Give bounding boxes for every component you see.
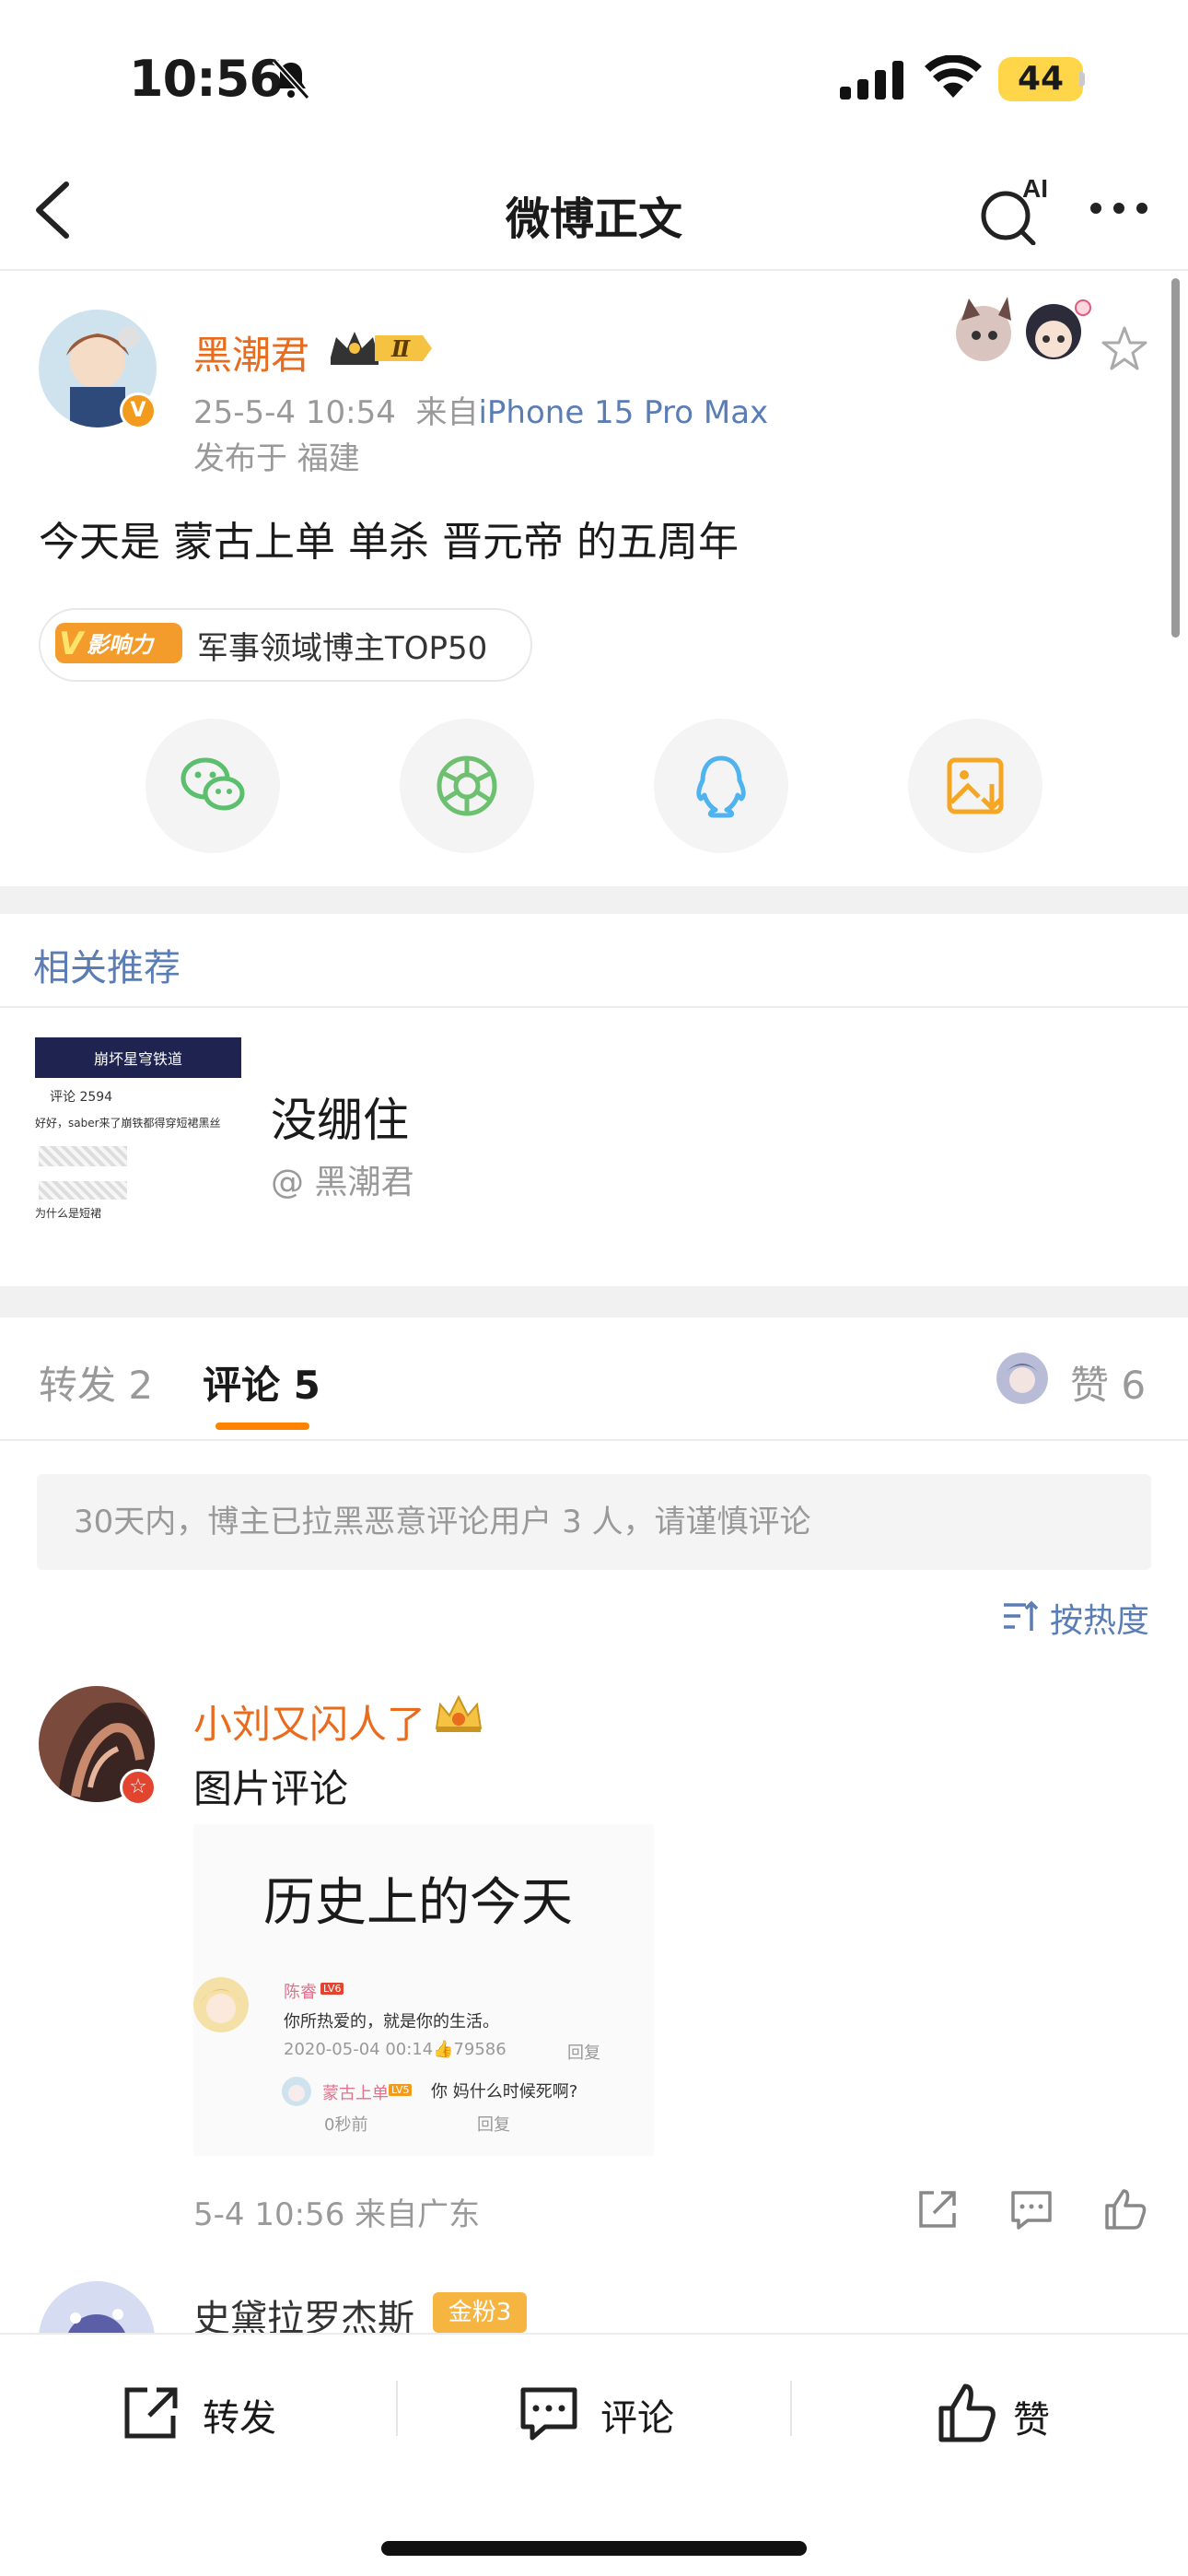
tab-likes[interactable]: 赞 6 xyxy=(1070,1354,1146,1411)
sort-label: 按热度 xyxy=(1050,1602,1150,1640)
post-date: 25-5-4 10:54 xyxy=(193,394,396,431)
like-button[interactable]: 赞 xyxy=(936,2381,1083,2445)
ci-quote: 你所热爱的，就是你的生活。 xyxy=(284,2012,499,2032)
thumb-blur-2 xyxy=(39,1181,127,1200)
status-time: 10:56 xyxy=(129,50,284,108)
decoration-stickers xyxy=(956,297,1091,361)
influence-text[interactable]: 军事领域博主TOP50 xyxy=(197,623,487,668)
battery-tip xyxy=(1079,72,1085,87)
commenter-badge: ☆ xyxy=(120,1769,157,1806)
scrollbar[interactable] xyxy=(1171,278,1180,638)
comment-text: 图片评论 xyxy=(193,1766,349,1811)
star-icon[interactable] xyxy=(1100,324,1149,374)
more-icon[interactable] xyxy=(1087,190,1151,227)
ci-likes: 👍79586 xyxy=(433,2040,507,2059)
repost-button[interactable]: 转发 xyxy=(122,2381,306,2445)
related-item-author[interactable]: @ 黑潮君 xyxy=(271,1155,413,1203)
thumbs-up-icon xyxy=(938,2383,996,2442)
crown-icon xyxy=(435,1694,483,1732)
comment-button[interactable]: 评论 xyxy=(518,2381,702,2445)
blocked-users-notice: 30天内，博主已拉黑恶意评论用户 3 人，请谨慎评论 xyxy=(37,1474,1151,1570)
ci-user2: 蒙古上单 xyxy=(322,2084,389,2103)
crown-rank-badge: Ⅱ xyxy=(331,332,432,365)
svg-text:影响力: 影响力 xyxy=(87,632,156,658)
svg-text:V: V xyxy=(59,626,86,662)
comment-bubble-icon xyxy=(520,2387,577,2441)
thumb-blur-1 xyxy=(39,1146,127,1166)
sort-icon xyxy=(1004,1600,1039,1631)
home-indicator[interactable] xyxy=(381,2541,807,2556)
post-location: 发布于 福建 xyxy=(193,440,360,477)
tab-active-indicator xyxy=(215,1423,309,1430)
qq-icon xyxy=(696,755,746,818)
moments-icon xyxy=(437,755,497,816)
bottom-separator-1 xyxy=(396,2381,398,2436)
wechat-icon xyxy=(181,757,245,811)
ci-user2-level: LV5 xyxy=(389,2084,413,2096)
like-icon[interactable] xyxy=(1101,2185,1149,2233)
thumb-comments: 评论 2594 xyxy=(50,1090,113,1105)
ci-reply-text: 你 妈什么时候死啊? xyxy=(431,2082,578,2102)
post-meta: 25-5-4 10:54 来自iPhone 15 Pro Max xyxy=(193,387,768,432)
comment-label: 评论 xyxy=(600,2397,674,2440)
bottom-action-bar xyxy=(0,2333,1188,2576)
nav-divider xyxy=(0,269,1188,271)
fan-badge: 金粉3 xyxy=(433,2292,527,2333)
comment-meta: 5-4 10:56 来自广东 xyxy=(193,2196,481,2233)
related-divider xyxy=(0,1006,1188,1008)
like-user-avatar xyxy=(996,1352,1048,1404)
comment-image-avatar-2 xyxy=(282,2077,311,2106)
ci-date: 2020-05-04 00:14 xyxy=(284,2040,434,2059)
cellular-signal-icon xyxy=(840,61,903,100)
save-image-icon xyxy=(947,757,1004,814)
related-section-title: 相关推荐 xyxy=(33,947,181,989)
comment-author[interactable]: 小刘又闪人了 xyxy=(193,1693,425,1750)
comment-image-avatar-1 xyxy=(193,1977,249,2032)
thumb-header: 崩坏星穹铁道 xyxy=(94,1050,183,1068)
tabs-divider xyxy=(0,1439,1188,1441)
comment-image-headline: 历史上的今天 xyxy=(263,1873,573,1933)
post-device[interactable]: iPhone 15 Pro Max xyxy=(478,394,768,431)
section-separator xyxy=(0,886,1188,914)
ci-reply-time: 0秒前 xyxy=(324,2115,368,2135)
repost-icon xyxy=(124,2387,178,2439)
wifi-icon xyxy=(925,55,982,98)
thumb-line-2: 为什么是短裙 xyxy=(35,1207,102,1220)
ci-user1: 陈睿 xyxy=(284,1983,317,2002)
author-name[interactable]: 黑潮君 xyxy=(193,324,309,381)
influence-tag: V 影响力 xyxy=(55,623,182,663)
bell-muted-icon xyxy=(272,58,310,100)
post-source-prefix: 来自 xyxy=(415,394,479,431)
thumb-line-1: 好好，saber来了崩铁都得穿短裙黑丝 xyxy=(35,1117,221,1130)
tab-repost[interactable]: 转发 2 xyxy=(39,1354,153,1411)
tab-comments[interactable]: 评论 5 xyxy=(203,1354,320,1411)
related-thumbnail[interactable]: 崩坏星穹铁道 评论 2594 好好，saber来了崩铁都得穿短裙黑丝 为什么是短… xyxy=(35,1037,241,1242)
related-item-title[interactable]: 没绷住 xyxy=(271,1083,409,1150)
svg-text:Ⅱ: Ⅱ xyxy=(390,335,411,362)
verified-badge: V xyxy=(120,392,157,429)
ci-user1-level: LV6 xyxy=(320,1983,344,1995)
share-icon[interactable] xyxy=(914,2185,961,2233)
ci-reply-2: 回复 xyxy=(477,2115,510,2135)
repost-label: 转发 xyxy=(203,2397,276,2440)
ai-search-icon[interactable]: AI xyxy=(976,175,1052,245)
ci-reply: 回复 xyxy=(567,2043,600,2063)
ai-label: AI xyxy=(1022,175,1048,203)
section-separator-2 xyxy=(0,1286,1188,1317)
comment-icon[interactable] xyxy=(1007,2185,1055,2233)
bottom-separator-2 xyxy=(790,2381,792,2436)
battery-level: 44 xyxy=(998,57,1083,101)
post-text: 今天是 蒙古上单 单杀 晋元帝 的五周年 xyxy=(39,519,739,566)
like-label: 赞 xyxy=(1013,2399,1050,2441)
